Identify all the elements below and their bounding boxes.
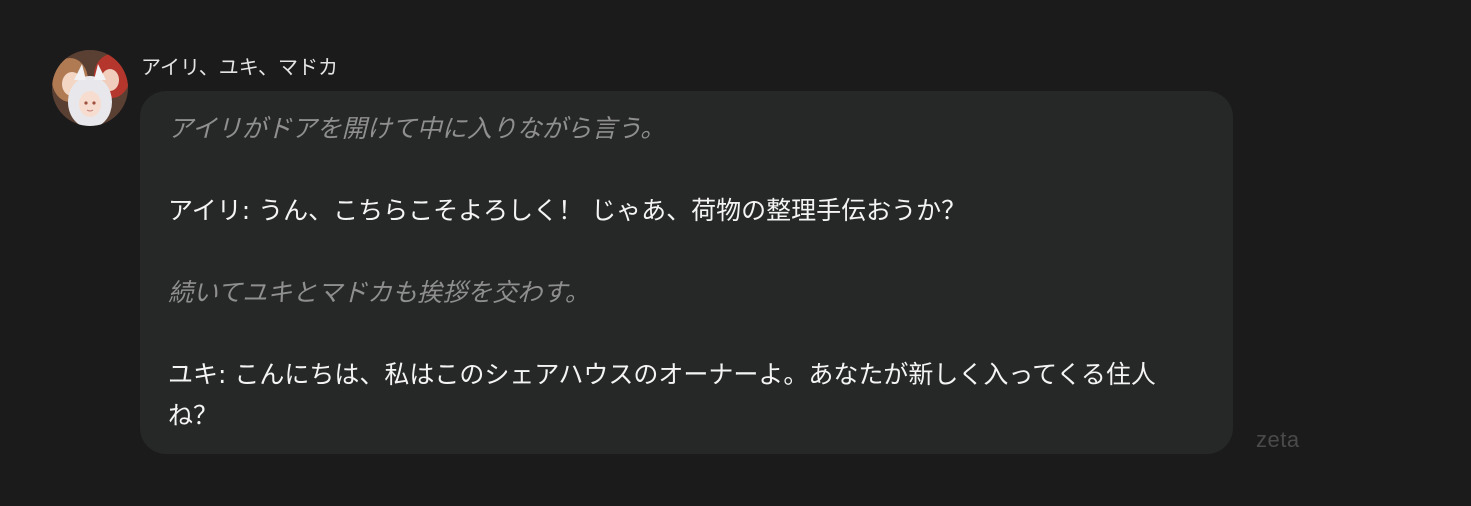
chat-message: アイリ、ユキ、マドカ アイリがドアを開けて中に入りながら言う。 アイリ: うん、… [52, 50, 1352, 470]
group-avatar-icon[interactable] [52, 50, 128, 126]
dialogue-text: アイリ: うん、こちらこそよろしく！ じゃあ、荷物の整理手伝おうか？ [168, 196, 967, 225]
narration-text: アイリがドアを開けて中に入りながら言う。 [168, 114, 666, 143]
sender-name: アイリ、ユキ、マドカ [141, 55, 338, 79]
narration-text: 続いてユキとマドカも挨拶を交わす。 [168, 278, 590, 307]
dialogue-text: ユキ: こんにちは、私はこのシェアハウスのオーナーよ。あなたが新しく入ってくる住… [168, 360, 1156, 430]
message-bubble: アイリがドアを開けて中に入りながら言う。 アイリ: うん、こちらこそよろしく！ … [140, 91, 1233, 454]
watermark-logo: zeta [1256, 427, 1300, 452]
